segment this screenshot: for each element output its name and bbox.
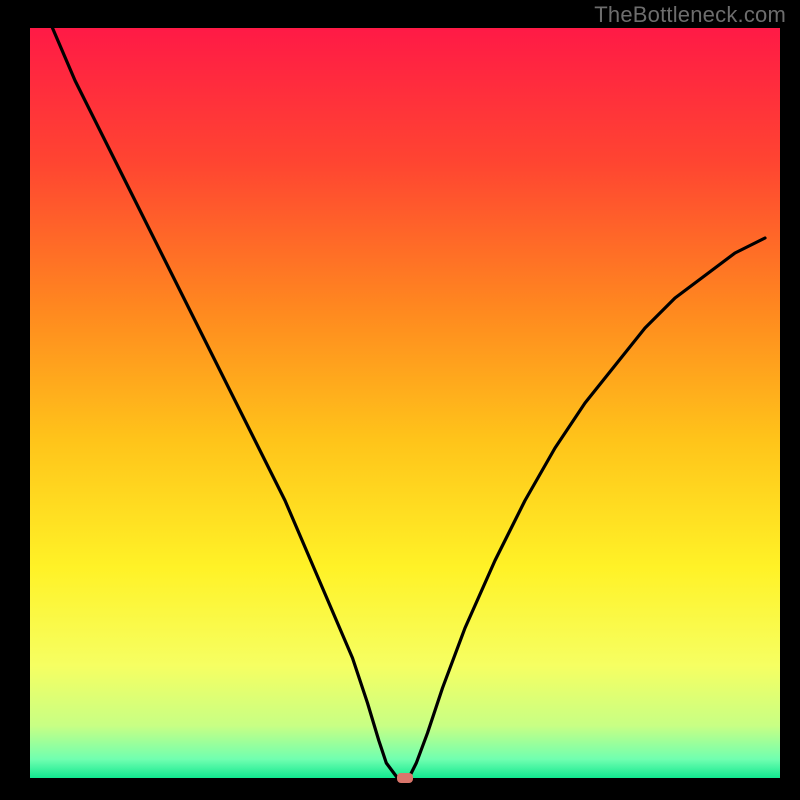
plot-background	[30, 28, 780, 778]
optimal-point-marker	[397, 773, 413, 783]
chart-svg	[0, 0, 800, 800]
chart-frame	[0, 0, 800, 800]
watermark-text: TheBottleneck.com	[594, 2, 786, 28]
